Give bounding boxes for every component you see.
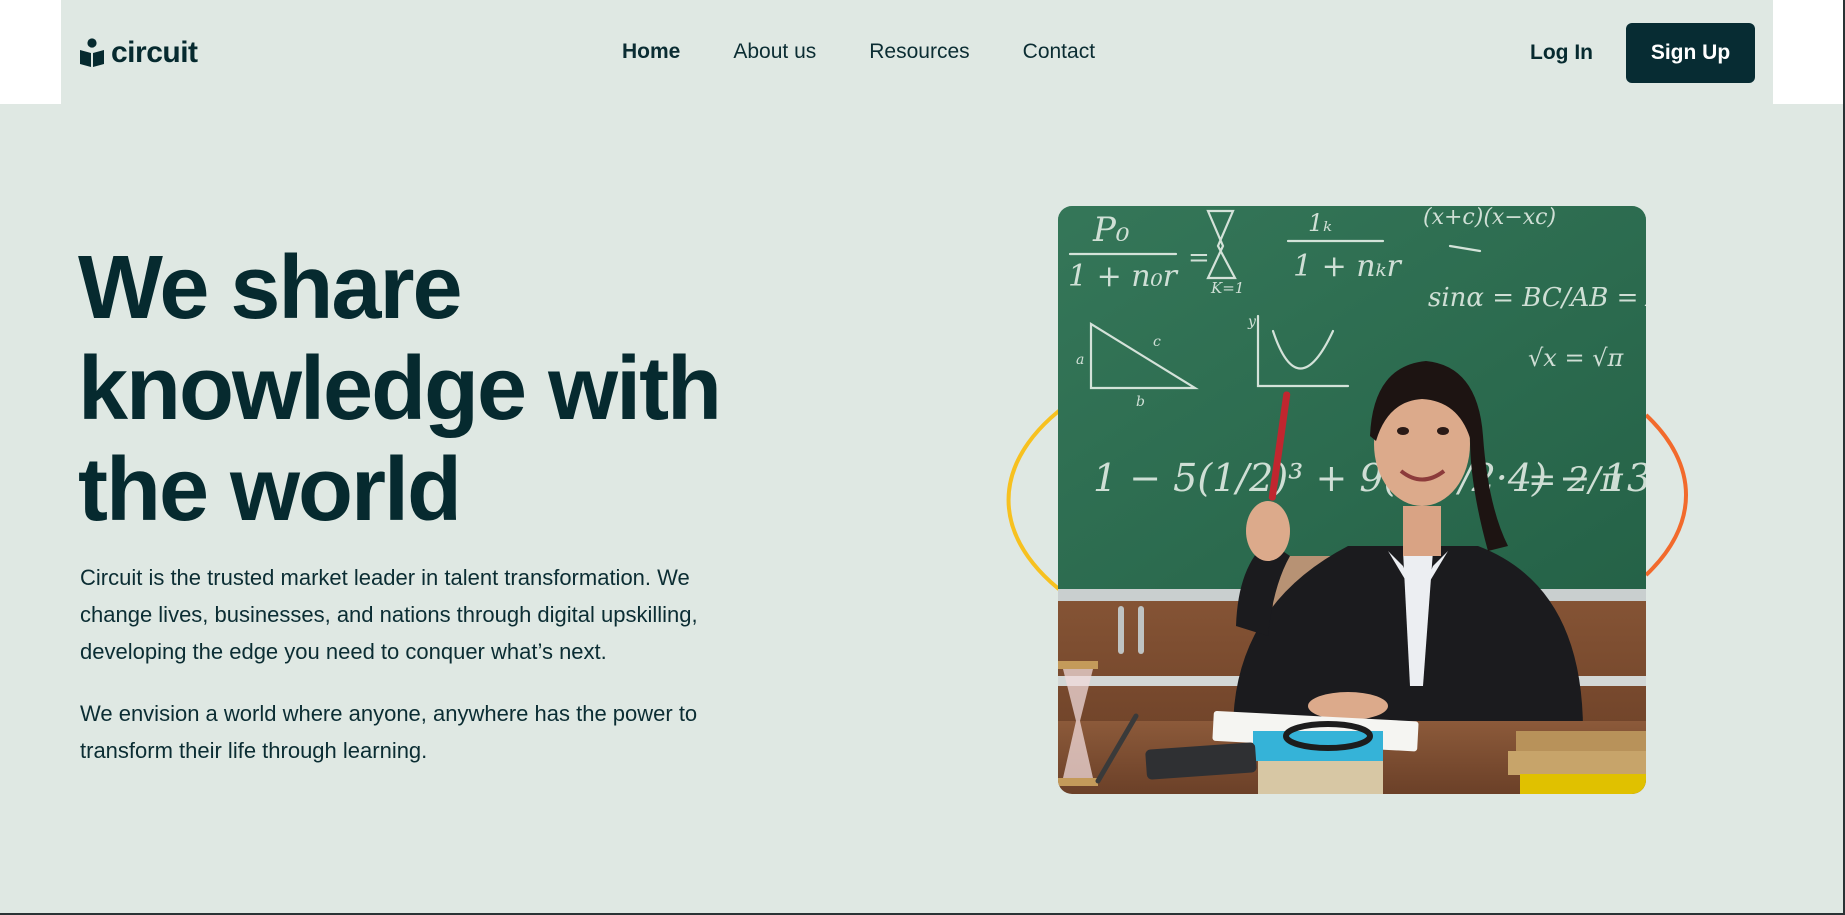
board-result: = 2/π	[1528, 460, 1623, 500]
brand-logo[interactable]: circuit	[79, 36, 198, 70]
main-nav: Home About us Resources Contact	[622, 40, 1095, 64]
teacher-at-chalkboard-illustration: P₀ 1 + n₀r = K=1 1 + nₖr 1ₖ sinα = BC/AB…	[1058, 206, 1646, 794]
hero-title-line: the world	[78, 440, 462, 540]
svg-text:=: =	[1188, 243, 1210, 273]
nav-contact-link[interactable]: Contact	[1023, 40, 1095, 64]
hero-description: Circuit is the trusted market leader in …	[80, 565, 698, 664]
nav-about-link[interactable]: About us	[733, 40, 816, 64]
brand-name: circuit	[111, 36, 198, 69]
top-left-white-edge	[0, 0, 61, 104]
svg-text:(x+c)(x−xc): (x+c)(x−xc)	[1423, 206, 1556, 230]
svg-text:b: b	[1136, 394, 1145, 410]
book-reader-icon	[80, 38, 104, 67]
board-term: 1 + nₖr	[1293, 249, 1403, 284]
svg-text:a: a	[1076, 352, 1084, 368]
svg-text:y: y	[1247, 314, 1257, 330]
signup-button[interactable]: Sign Up	[1626, 23, 1755, 83]
svg-text:P₀: P₀	[1092, 210, 1130, 250]
login-link[interactable]: Log In	[1530, 41, 1593, 65]
board-text-left: 1 + n₀r	[1068, 259, 1179, 294]
nav-home-link[interactable]: Home	[622, 40, 680, 64]
hero-title-line: knowledge with	[78, 339, 722, 439]
site-header: circuit Home About us Resources Contact …	[61, 0, 1773, 104]
board-trig: sinα = BC/AB = A/C	[1428, 283, 1646, 313]
svg-text:c: c	[1153, 334, 1161, 350]
teacher-photo: P₀ 1 + n₀r = K=1 1 + nₖr 1ₖ sinα = BC/AB…	[1058, 206, 1646, 794]
nav-resources-link[interactable]: Resources	[869, 40, 969, 64]
hero-vision: We envision a world where anyone, anywhe…	[80, 701, 698, 763]
hero-title-line: We share	[78, 238, 463, 338]
board-sum-label: K=1	[1210, 279, 1244, 297]
hero-title: We share knowledge with the world	[78, 238, 818, 541]
top-right-white-edge	[1773, 0, 1845, 104]
svg-text:1ₖ: 1ₖ	[1308, 209, 1332, 237]
board-sqrt: √x = √π	[1528, 344, 1624, 372]
